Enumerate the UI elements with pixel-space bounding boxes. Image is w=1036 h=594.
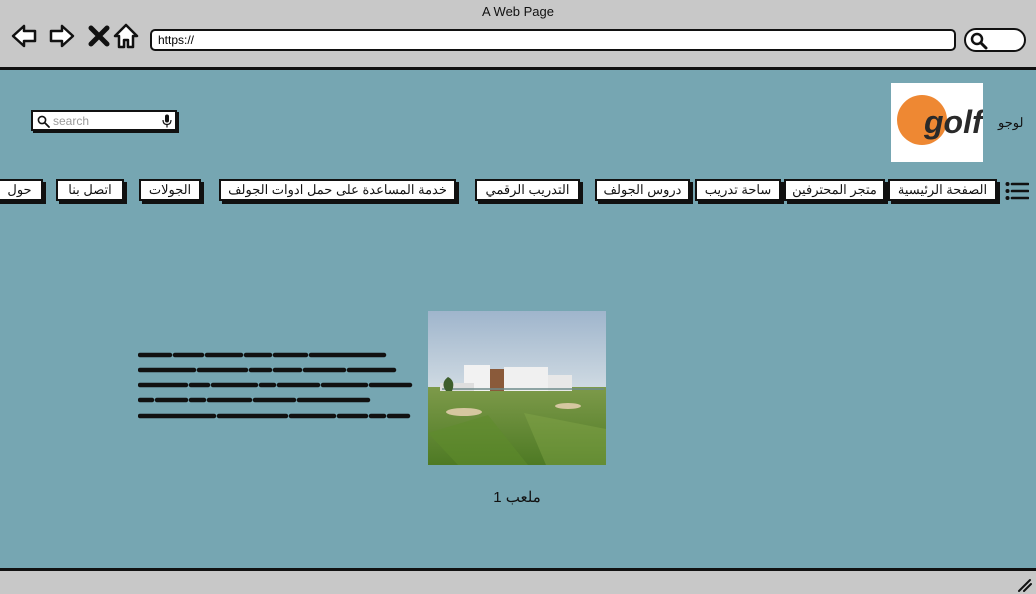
browser-toolbar: A Web Page https:// [0, 0, 1036, 70]
search-icon [37, 115, 50, 128]
nav-item-pro-shop[interactable]: متجر المحترفين [784, 179, 885, 201]
page-content: golf لوجو الصفحة الرئيسية متجر المحترفين… [0, 70, 1036, 570]
logo-label: لوجو [998, 115, 1024, 130]
nav-item-driving-range[interactable]: ساحة تدريب [695, 179, 781, 201]
logo-text: golf [923, 104, 983, 140]
back-arrow-icon[interactable] [10, 22, 38, 50]
nav-item-golf-lessons[interactable]: دروس الجولف [595, 179, 690, 201]
browser-search-box[interactable] [964, 28, 1026, 52]
resize-grip-icon[interactable] [1016, 578, 1032, 592]
site-logo[interactable]: golf [891, 83, 986, 162]
text-placeholder-scribble [138, 352, 413, 419]
nav-item-home[interactable]: الصفحة الرئيسية [888, 179, 997, 201]
hamburger-menu-icon[interactable] [1005, 181, 1029, 201]
golf-course-image [428, 311, 606, 465]
address-bar[interactable]: https:// [150, 29, 956, 51]
nav-item-contact[interactable]: اتصل بنا [56, 179, 124, 201]
forward-arrow-icon[interactable] [48, 22, 76, 50]
microphone-icon[interactable] [162, 114, 172, 128]
window-title: A Web Page [481, 4, 555, 19]
nav-item-digital-training[interactable]: التدريب الرقمي [475, 179, 580, 201]
site-search-box[interactable] [31, 110, 177, 131]
browser-status-bar [0, 568, 1036, 594]
nav-item-about[interactable]: حول [0, 179, 43, 201]
close-x-icon[interactable] [85, 22, 110, 50]
search-icon [970, 32, 988, 50]
nav-item-caddie-service[interactable]: خدمة المساعدة على حمل ادوات الجولف [219, 179, 456, 201]
home-icon[interactable] [112, 22, 140, 50]
search-input[interactable] [53, 113, 161, 128]
course-caption: ملعب 1 [493, 489, 541, 506]
nav-item-tours[interactable]: الجولات [139, 179, 201, 201]
